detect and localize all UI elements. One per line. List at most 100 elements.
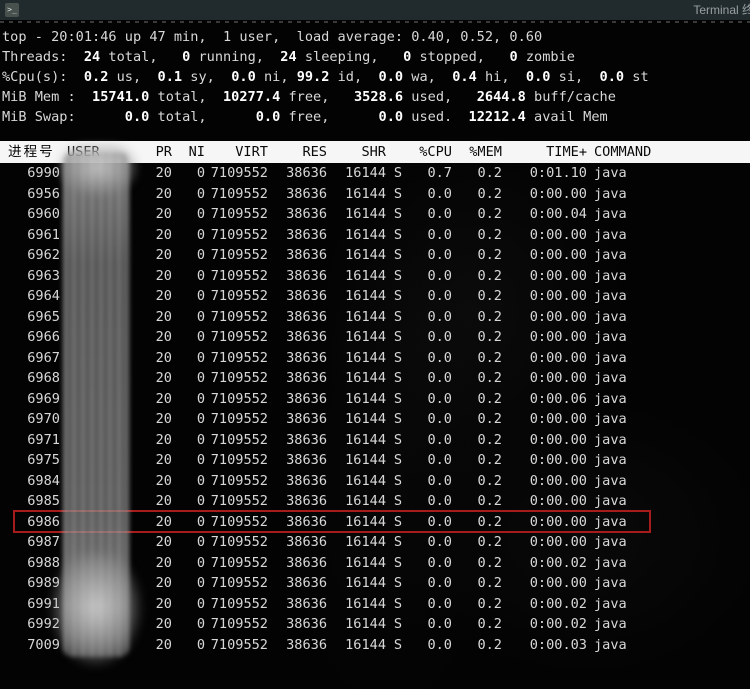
cell-cpu: 0.0 <box>402 389 452 410</box>
cell-time: 0:00.00 <box>502 307 587 328</box>
cell-res: 38636 <box>268 266 327 287</box>
cell-shr: 16144 <box>327 286 386 307</box>
col-header-user: USER <box>60 141 130 163</box>
cell-ni: 0 <box>172 286 205 307</box>
process-row: 6975 20 0 7109552 38636 16144 S 0.0 0.2 … <box>0 450 750 471</box>
window-titlebar[interactable]: >_ Terminal 终端 <box>0 0 750 20</box>
cell-virt: 7109552 <box>205 184 268 205</box>
cell-shr: 16144 <box>327 389 386 410</box>
cell-mem: 0.2 <box>452 327 502 348</box>
process-row: 6987 20 0 7109552 38636 16144 S 0.0 0.2 … <box>0 532 750 553</box>
cell-pid: 6989 <box>8 573 60 594</box>
cell-cpu: 0.0 <box>402 635 452 656</box>
cell-ni: 0 <box>172 184 205 205</box>
cell-pid: 6986 <box>8 512 60 533</box>
cell-mem: 0.2 <box>452 491 502 512</box>
cell-virt: 7109552 <box>205 327 268 348</box>
cell-shr: 16144 <box>327 491 386 512</box>
cell-mem: 0.2 <box>452 512 502 533</box>
cell-pid: 6968 <box>8 368 60 389</box>
cell-pr: 20 <box>130 491 172 512</box>
cell-ni: 0 <box>172 512 205 533</box>
cell-cpu: 0.0 <box>402 348 452 369</box>
cell-cpu: 0.0 <box>402 594 452 615</box>
cell-virt: 7109552 <box>205 573 268 594</box>
cell-mem: 0.2 <box>452 409 502 430</box>
cell-command: java <box>587 491 750 512</box>
cell-user <box>60 184 130 205</box>
col-header-state <box>386 141 402 163</box>
cell-res: 38636 <box>268 348 327 369</box>
cell-res: 38636 <box>268 553 327 574</box>
cell-cpu: 0.0 <box>402 184 452 205</box>
cell-pr: 20 <box>130 532 172 553</box>
cell-mem: 0.2 <box>452 553 502 574</box>
cell-ni: 0 <box>172 532 205 553</box>
cell-cpu: 0.0 <box>402 553 452 574</box>
cell-pr: 20 <box>130 553 172 574</box>
col-header-virt: VIRT <box>205 141 268 163</box>
cell-time: 0:00.00 <box>502 225 587 246</box>
cell-state: S <box>386 348 402 369</box>
cell-state: S <box>386 491 402 512</box>
cell-command: java <box>587 225 750 246</box>
cell-virt: 7109552 <box>205 430 268 451</box>
cell-ni: 0 <box>172 327 205 348</box>
cell-virt: 7109552 <box>205 635 268 656</box>
cell-state: S <box>386 594 402 615</box>
cell-res: 38636 <box>268 594 327 615</box>
cell-res: 38636 <box>268 307 327 328</box>
cell-cpu: 0.7 <box>402 163 452 184</box>
cell-state: S <box>386 307 402 328</box>
cell-res: 38636 <box>268 471 327 492</box>
cell-pr: 20 <box>130 184 172 205</box>
process-row: 6984 20 0 7109552 38636 16144 S 0.0 0.2 … <box>0 471 750 492</box>
summary-line: Threads: 24 total, 0 running, 24 sleepin… <box>2 47 649 67</box>
cell-pid: 6964 <box>8 286 60 307</box>
cell-command: java <box>587 266 750 287</box>
cell-time: 0:00.00 <box>502 430 587 451</box>
cell-res: 38636 <box>268 512 327 533</box>
cell-time: 0:00.00 <box>502 266 587 287</box>
cell-state: S <box>386 245 402 266</box>
cell-virt: 7109552 <box>205 532 268 553</box>
process-row: 6966 20 0 7109552 38636 16144 S 0.0 0.2 … <box>0 327 750 348</box>
cell-time: 0:00.00 <box>502 532 587 553</box>
cell-command: java <box>587 635 750 656</box>
cell-user <box>60 204 130 225</box>
process-row: 6985 20 0 7109552 38636 16144 S 0.0 0.2 … <box>0 491 750 512</box>
cell-shr: 16144 <box>327 430 386 451</box>
cell-mem: 0.2 <box>452 348 502 369</box>
cell-command: java <box>587 532 750 553</box>
summary-line: MiB Mem : 15741.0 total, 10277.4 free, 3… <box>2 87 649 107</box>
cell-cpu: 0.0 <box>402 614 452 635</box>
cell-user <box>60 368 130 389</box>
cell-shr: 16144 <box>327 594 386 615</box>
process-row: 6963 20 0 7109552 38636 16144 S 0.0 0.2 … <box>0 266 750 287</box>
cell-shr: 16144 <box>327 532 386 553</box>
cell-ni: 0 <box>172 204 205 225</box>
cell-shr: 16144 <box>327 573 386 594</box>
cell-user <box>60 348 130 369</box>
cell-res: 38636 <box>268 327 327 348</box>
cell-user <box>60 409 130 430</box>
process-row: 6964 20 0 7109552 38636 16144 S 0.0 0.2 … <box>0 286 750 307</box>
cell-command: java <box>587 245 750 266</box>
cell-mem: 0.2 <box>452 594 502 615</box>
cell-time: 0:00.00 <box>502 491 587 512</box>
cell-pid: 6971 <box>8 430 60 451</box>
cell-ni: 0 <box>172 553 205 574</box>
cell-time: 0:00.00 <box>502 368 587 389</box>
cell-virt: 7109552 <box>205 204 268 225</box>
cell-ni: 0 <box>172 245 205 266</box>
cell-mem: 0.2 <box>452 614 502 635</box>
window-title: Terminal 终端 <box>693 0 750 20</box>
cell-state: S <box>386 163 402 184</box>
cell-shr: 16144 <box>327 245 386 266</box>
col-header-mem: %MEM <box>452 141 502 163</box>
cell-time: 0:00.02 <box>502 553 587 574</box>
cell-user <box>60 286 130 307</box>
cell-command: java <box>587 430 750 451</box>
cell-cpu: 0.0 <box>402 512 452 533</box>
summary-line: top - 20:01:46 up 47 min, 1 user, load a… <box>2 27 649 47</box>
